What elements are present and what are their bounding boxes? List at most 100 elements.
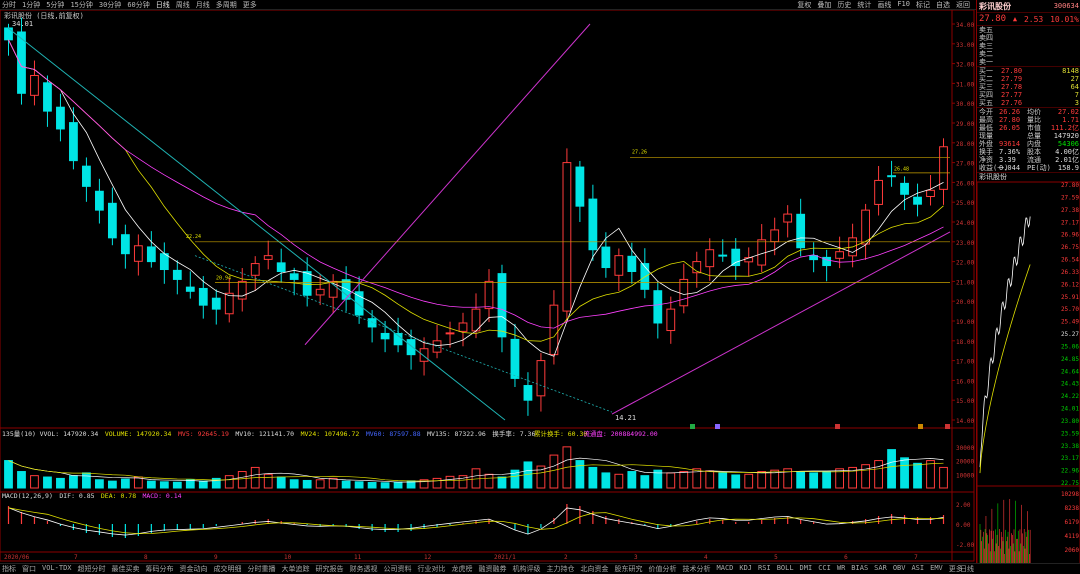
indicator-tab-16[interactable]: 机构评级 [513, 564, 541, 574]
indicator-tab-27[interactable]: CCI [818, 564, 831, 574]
indicator-tab-4[interactable]: 最佳买卖 [112, 564, 140, 574]
indicator-tab-26[interactable]: DMI [800, 564, 813, 574]
indicator-tab-33[interactable]: EMV [930, 564, 943, 574]
indicator-tab-19[interactable]: 股东研究 [615, 564, 643, 574]
ob-price: 27.78 [1001, 83, 1023, 91]
tab-period-1[interactable]: 1分钟 [22, 0, 40, 10]
indicator-tab-9[interactable]: 大单追踪 [282, 564, 310, 574]
order-book: 卖五 卖四 卖三 卖二 卖一 买一 27.80 8148 买二 27.79 27 买三 27.78 64 买… [977, 26, 1080, 108]
candle [549, 304, 559, 356]
indicator-tab-28[interactable]: WR [837, 564, 845, 574]
indicator-tab-17[interactable]: 主力持仓 [547, 564, 575, 574]
intraday-mini-chart[interactable]: 27.80 27.59 27.38 27.17 26.96 26.75 26.54 26.33… [977, 182, 1080, 567]
volume-bar [237, 471, 247, 489]
stat-cell: 4.00亿 [1055, 148, 1079, 156]
stat-cell: 3.39 [999, 156, 1016, 164]
indicator-tab-29[interactable]: BIAS [851, 564, 868, 574]
indicator-tab-20[interactable]: 价值分析 [649, 564, 677, 574]
indicator-tab-2[interactable]: VOL-TDX [42, 564, 72, 574]
ob-price: 27.80 [1001, 67, 1023, 75]
indicator-tab-8[interactable]: 分时重播 [248, 564, 276, 574]
indicator-tab-7[interactable]: 成交明细 [214, 564, 242, 574]
buy-row-3: 买四 27.77 7 [977, 91, 1080, 99]
channel-line-up[interactable] [304, 23, 591, 346]
event-marker-icon[interactable] [715, 424, 720, 429]
indicator-tab-32[interactable]: ASI [911, 564, 924, 574]
candle [926, 189, 935, 198]
indicator-tab-14[interactable]: 龙虎榜 [452, 564, 473, 574]
mini-price-label: 26.54 [1061, 257, 1079, 264]
indicator-tab-1[interactable]: 窗口 [22, 564, 36, 574]
indicator-tab-0[interactable]: 指标 [2, 564, 16, 574]
tab-period-9[interactable]: 多周期 [216, 0, 237, 10]
tab-period-10[interactable]: 更多 [243, 0, 257, 10]
indicator-tab-12[interactable]: 公司资料 [384, 564, 412, 574]
indicator-tab-24[interactable]: RSI [758, 564, 771, 574]
indicator-tab-30[interactable]: SAR [874, 564, 887, 574]
volume-bar [575, 460, 585, 489]
tab-period-6[interactable]: 日线 [156, 0, 170, 10]
candle [120, 234, 130, 255]
candle [406, 339, 416, 356]
indicator-tab-3[interactable]: 超短分时 [78, 564, 106, 574]
event-marker-icon[interactable] [945, 424, 950, 429]
mini-price-label: 25.49 [1061, 319, 1079, 326]
tab-period-4[interactable]: 30分钟 [99, 0, 121, 10]
tool-button-8[interactable]: 返回 [956, 0, 970, 10]
main-chart-area[interactable]: 彩讯股份 (日线,前复权)34.0033.0032.0031.0030.0029… [0, 10, 975, 562]
indicator-tab-23[interactable]: KDJ [739, 564, 752, 574]
stat-row-0: 今开 26.26 均价 27.02 [977, 108, 1080, 116]
indicator-tab-22[interactable]: MACD [717, 564, 734, 574]
candle [419, 348, 429, 362]
indicator-tab-5[interactable]: 筹码分布 [146, 564, 174, 574]
tool-button-3[interactable]: 统计 [857, 0, 871, 10]
stat-cell: 27.80 [999, 116, 1021, 124]
indicator-tab-21[interactable]: 技术分析 [683, 564, 711, 574]
tab-period-8[interactable]: 月线 [196, 0, 210, 10]
indicator-tab-11[interactable]: 财务透视 [350, 564, 378, 574]
tab-period-7[interactable]: 周线 [176, 0, 190, 10]
candle [666, 308, 676, 332]
indicator-tab-25[interactable]: BOLL [777, 564, 794, 574]
stat-cell: 收益(一) [979, 164, 1009, 172]
tool-button-5[interactable]: F10 [897, 0, 910, 10]
tab-period-5[interactable]: 60分钟 [127, 0, 149, 10]
mini-chart-title: 彩讯股份 [977, 173, 1080, 182]
trend-line-dashed[interactable] [194, 255, 613, 413]
indicator-tab-15[interactable]: 融资融券 [479, 564, 507, 574]
tool-button-1[interactable]: 叠加 [817, 0, 831, 10]
stat-cell: 27.02 [1057, 108, 1079, 116]
ob-volume: 27 [1070, 75, 1079, 83]
indicator-tab-31[interactable]: OBV [893, 564, 906, 574]
tool-button-2[interactable]: 历史 [837, 0, 851, 10]
tab-period-0[interactable]: 分时 [2, 0, 16, 10]
candle [861, 209, 870, 245]
tool-button-0[interactable]: 复权 [797, 0, 811, 10]
event-marker-icon[interactable] [690, 424, 695, 429]
trend-line-down[interactable] [7, 27, 506, 421]
indicator-tabs: 指标 窗口 VOL-TDX 超短分时 最佳买卖 筹码分布 资金动向 成交明细 分时重播 大单追踪研… [0, 564, 962, 574]
indicator-tab-13[interactable]: 行业对比 [418, 564, 446, 574]
tool-button-4[interactable]: 画线 [877, 0, 891, 10]
tab-period-2[interactable]: 5分钟 [46, 0, 64, 10]
event-marker-icon[interactable] [918, 424, 923, 429]
volume-bar [367, 482, 377, 489]
event-marker-icon[interactable] [835, 424, 840, 429]
mini-price-label: 24.01 [1061, 406, 1079, 413]
tab-period-3[interactable]: 15分钟 [70, 0, 92, 10]
indicator-tab-6[interactable]: 资金动向 [180, 564, 208, 574]
tool-button-6[interactable]: 标记 [916, 0, 930, 10]
tool-button-7[interactable]: 自选 [936, 0, 950, 10]
indicator-tab-10[interactable]: 研究报告 [316, 564, 344, 574]
volume-bar [30, 475, 39, 489]
indicator-tab-18[interactable]: 北向资金 [581, 564, 609, 574]
price-pct: 10.01% [1050, 14, 1079, 24]
top-toolbar: 分时 1分钟 5分钟 15分钟 30分钟 60分钟 日线 周线 月线 多周期 更多 复权 叠加 历史 统计… [0, 0, 1080, 10]
ob-volume [1041, 50, 1079, 58]
buy-row-4: 买五 27.76 3 [977, 99, 1080, 107]
tab-daily-mini[interactable]: 日线 [960, 564, 974, 574]
sell-row-3: 卖二 [977, 50, 1080, 58]
ob-volume [1041, 34, 1079, 42]
support-line-up[interactable] [611, 231, 951, 415]
ob-price: 27.77 [1001, 91, 1023, 99]
